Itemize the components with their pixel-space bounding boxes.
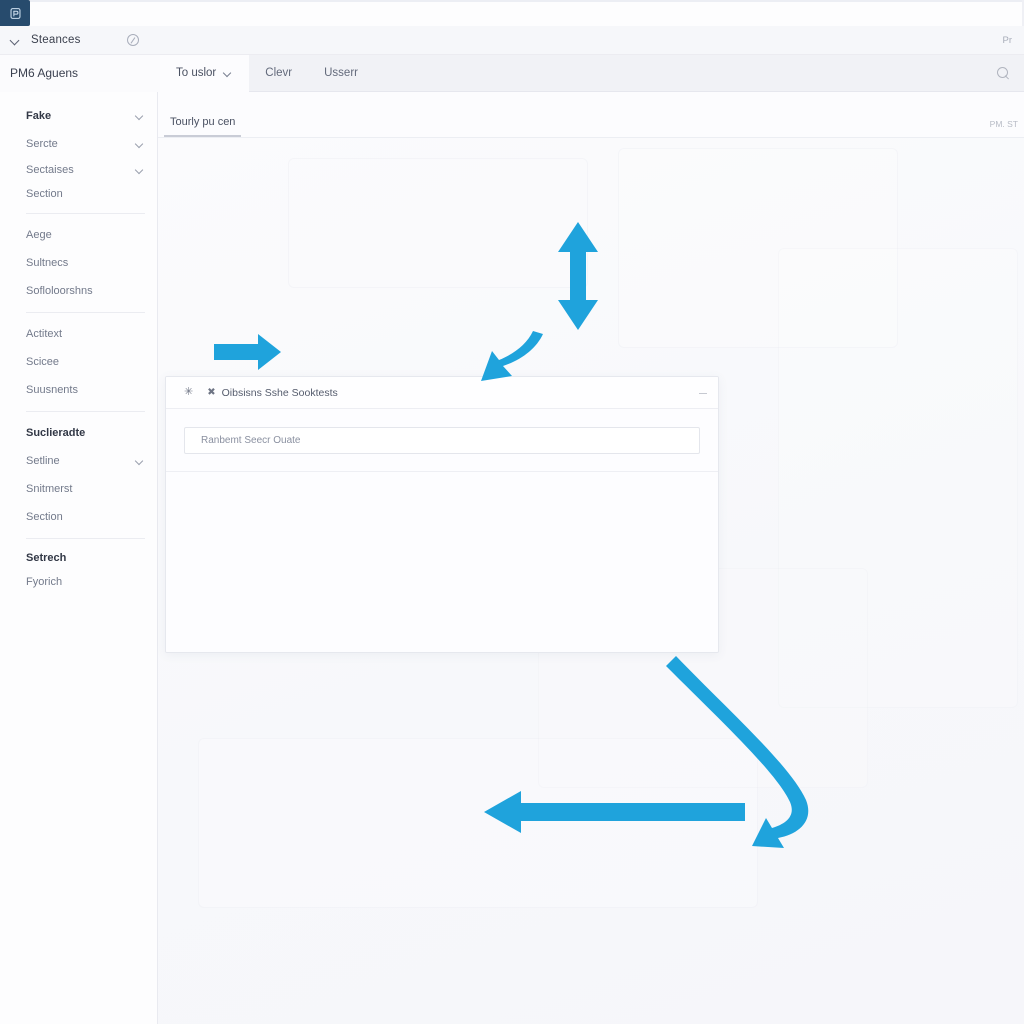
sidebar-item-section[interactable]: Section: [0, 182, 157, 206]
sidebar-group-4: Setrech Fyorich: [0, 546, 157, 594]
sidebar-item-label: Sectaises: [26, 164, 74, 176]
dialog-search-input[interactable]: Ranbemt Seecr Ouate: [184, 426, 700, 454]
page-frame-top: [0, 0, 1024, 2]
sidebar-divider: [26, 411, 145, 412]
sidebar-item-label: Setrech: [26, 552, 67, 564]
chevron-down-icon[interactable]: [136, 140, 145, 149]
search-icon[interactable]: [997, 66, 1010, 80]
sidebar-item-sectaises[interactable]: Sectaises: [0, 158, 157, 182]
sidebar-item-label: Suclieradte: [26, 427, 86, 439]
sidebar-item-aege[interactable]: Aege: [0, 221, 157, 249]
dialog-title: Oibsisns Sshe Sooktests: [221, 386, 338, 399]
dialog-body: [166, 472, 718, 652]
sidebar-item-section-2[interactable]: Section: [0, 503, 157, 531]
brand-label: PM6 Aguens: [0, 54, 160, 92]
sidebar-item-label: Aege: [26, 229, 52, 241]
menu-item-0[interactable]: To uslor: [160, 54, 250, 92]
sidebar-item-fyorich[interactable]: Fyorich: [0, 570, 157, 594]
menu-item-2[interactable]: Usserr: [308, 55, 374, 92]
sidebar-group-1: Aege Sultnecs Sofloloorshns: [0, 221, 157, 305]
sidebar-divider: [26, 312, 145, 313]
menu-item-1-label: Clevr: [265, 67, 293, 79]
sidebar-item-label: Actitext: [26, 328, 63, 340]
app-logo-icon: [9, 7, 22, 20]
sidebar-item-sofloloorshns[interactable]: Sofloloorshns: [0, 277, 157, 305]
sidebar-item-setline[interactable]: Setline: [0, 447, 157, 475]
dialog-header: ✳ ✖ Oibsisns Sshe Sooktests: [166, 377, 718, 409]
sidebar-item-label: Section: [26, 511, 63, 523]
sidebar-item-label: Scicee: [26, 356, 60, 368]
topbar-primary-left[interactable]: Steances: [0, 34, 168, 46]
topbar-secondary-right: [997, 66, 1024, 80]
pin-icon[interactable]: ✖: [207, 387, 215, 398]
chevron-down-icon[interactable]: [224, 69, 233, 78]
chevron-down-icon[interactable]: [10, 35, 21, 46]
ghost-panel-1: [288, 158, 588, 288]
topbar-title: Steances: [31, 34, 81, 46]
sidebar-item-sercte[interactable]: Sercte: [0, 130, 157, 158]
sidebar-item-snitmerst[interactable]: Snitmerst: [0, 475, 157, 503]
sidebar-item-sultnecs[interactable]: Sultnecs: [0, 249, 157, 277]
menu-item-1[interactable]: Clevr: [249, 55, 308, 92]
sidebar-item-suusnents[interactable]: Suusnents: [0, 376, 157, 404]
sidebar-item-label: Setline: [26, 455, 60, 467]
sidebar-group-0: Fake Sercte Sectaises Section: [0, 102, 157, 206]
collapse-icon[interactable]: [698, 388, 708, 398]
menu-item-2-label: Usserr: [324, 67, 358, 79]
topbar-menu: To uslor Clevr Usserr: [160, 54, 374, 92]
search-dialog[interactable]: ✳ ✖ Oibsisns Sshe Sooktests Ranbemt Seec…: [165, 376, 719, 653]
topbar-secondary: PM6 Aguens To uslor Clevr Usserr: [0, 54, 1024, 92]
sidebar-item-actitext[interactable]: Actitext: [0, 320, 157, 348]
sidebar-group-2: Actitext Scicee Suusnents: [0, 320, 157, 404]
sidebar-divider: [26, 213, 145, 214]
sidebar-group-3: Suclieradte Setline Snitmerst Section: [0, 419, 157, 531]
topbar-primary-right-text: Pr: [1002, 34, 1013, 46]
chevron-down-icon[interactable]: [136, 112, 145, 121]
sidebar-item-label: Sultnecs: [26, 257, 69, 269]
sidebar-item-label: Fake: [26, 110, 52, 122]
help-circle-icon[interactable]: [126, 34, 139, 46]
sidebar-item-label: Snitmerst: [26, 483, 73, 495]
star-icon[interactable]: ✳: [184, 387, 193, 398]
content-header-right-text: PM. ST: [989, 119, 1018, 129]
menu-item-0-label: To uslor: [176, 67, 217, 79]
content-header: Tourly pu cen PM. ST: [158, 92, 1024, 138]
sidebar-item-label: Sercte: [26, 138, 58, 150]
dialog-search-row: Ranbemt Seecr Ouate: [166, 409, 718, 472]
sidebar-item-setrech[interactable]: Setrech: [0, 546, 157, 570]
chevron-down-icon[interactable]: [136, 457, 145, 466]
topbar-primary: Steances Pr: [0, 26, 1024, 55]
chevron-down-icon[interactable]: [136, 166, 145, 175]
sidebar-item-label: Fyorich: [26, 576, 63, 588]
app-logo-button[interactable]: [0, 0, 30, 26]
screen-root: Steances Pr PM6 Aguens To uslor Clevr Us…: [0, 0, 1024, 1024]
sidebar-item-label: Suusnents: [26, 384, 78, 396]
sidebar-item-label: Section: [26, 188, 63, 200]
sidebar-item-label: Sofloloorshns: [26, 285, 93, 297]
sidebar-item-fake[interactable]: Fake: [0, 102, 157, 130]
sidebar[interactable]: Fake Sercte Sectaises Section Aege Sultn…: [0, 92, 158, 1024]
sidebar-item-scicee[interactable]: Scicee: [0, 348, 157, 376]
tab-tourly-pucen[interactable]: Tourly pu cen: [164, 116, 242, 137]
sidebar-item-suclieradte[interactable]: Suclieradte: [0, 419, 157, 447]
sidebar-divider: [26, 538, 145, 539]
